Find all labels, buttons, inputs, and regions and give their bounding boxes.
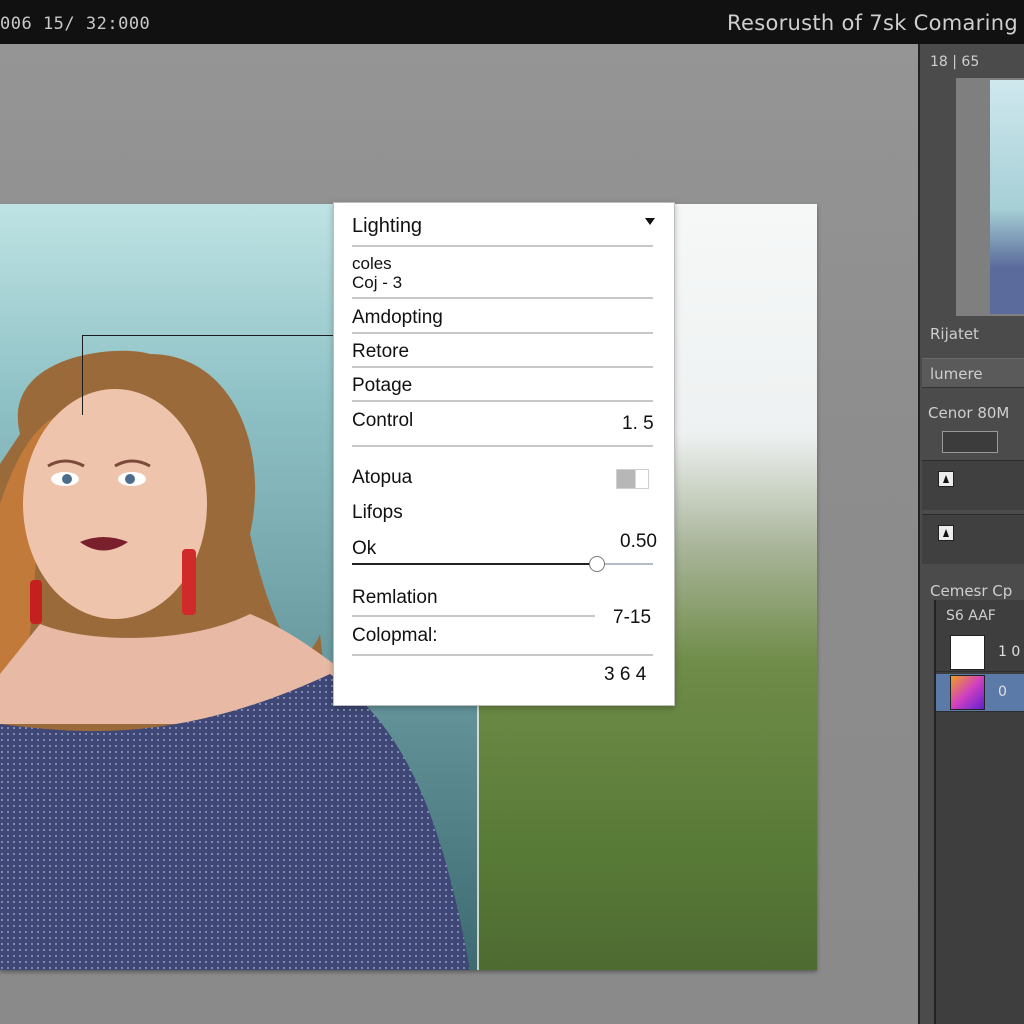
ok-slider-knob[interactable] <box>589 556 605 572</box>
control-label: Cenor 80M <box>928 404 1010 422</box>
section-header[interactable]: lumere <box>922 358 1024 388</box>
divider <box>352 615 595 617</box>
navigator-header: 18 | 65 <box>930 54 980 70</box>
guide-line-horizontal[interactable] <box>82 335 334 336</box>
control-row <box>922 514 1024 564</box>
adjustment-panel: Lighting coles Coj - 3 Amdopting Retore … <box>333 202 675 706</box>
thumbnail-image <box>990 80 1024 314</box>
guide-line-vertical[interactable] <box>82 335 83 415</box>
divider <box>352 445 653 447</box>
menu-item-amdopting[interactable]: Amdopting <box>352 307 443 329</box>
control-slider[interactable] <box>942 431 998 453</box>
remlation-value[interactable]: 7-15 <box>613 607 651 629</box>
layer-row-selected[interactable]: 0 <box>936 674 1024 712</box>
section-label: lumere <box>930 365 983 383</box>
layers-subheader: S6 AAF <box>946 608 996 624</box>
chevron-down-icon[interactable] <box>645 218 655 225</box>
menu-item-coles[interactable]: coles <box>352 254 392 274</box>
divider <box>352 332 653 334</box>
status-readout: 006 15/ 32:000 <box>0 14 151 34</box>
triangle-icon[interactable] <box>938 525 954 541</box>
divider <box>352 654 653 656</box>
menu-item-coj[interactable]: Coj - 3 <box>352 273 402 293</box>
lifops-label: Lifops <box>352 502 403 523</box>
divider <box>352 297 653 299</box>
top-bar: 006 15/ 32:000 Resorusth of 7sk Comaring <box>0 0 1024 44</box>
colopmal-value[interactable]: 3 6 4 <box>604 664 646 686</box>
layer-value: 0 <box>998 684 1007 700</box>
control-label: Control <box>352 410 414 431</box>
menu-item-retore[interactable]: Retore <box>352 341 409 363</box>
thumbnail-label: Rijatet <box>930 325 979 343</box>
layers-panel: S6 AAF 1 0 0 <box>934 600 1024 1024</box>
menu-item-potage[interactable]: Potage <box>352 375 412 397</box>
divider <box>352 400 653 402</box>
triangle-icon[interactable] <box>938 471 954 487</box>
divider <box>352 245 653 247</box>
ok-label: Ok <box>352 538 377 559</box>
divider <box>352 366 653 368</box>
lighting-dropdown[interactable]: Lighting <box>352 215 422 238</box>
window-title: Resorusth of 7sk Comaring <box>727 11 1018 35</box>
atopua-label: Atopua <box>352 467 413 488</box>
control-value[interactable]: 1. 5 <box>622 413 654 435</box>
layers-header: Cemesr Cp <box>930 582 1013 600</box>
layer-thumbnail <box>950 635 985 670</box>
layer-row[interactable]: 1 0 <box>936 634 1024 672</box>
remlation-label: Remlation <box>352 587 438 608</box>
navigator-thumbnail[interactable] <box>956 78 1024 316</box>
layer-thumbnail <box>950 675 985 710</box>
colopmal-label: Colopmal: <box>352 625 438 646</box>
right-sidebar: 18 | 65 Rijatet lumere Cenor 80M Cemesr … <box>918 44 1024 1024</box>
ok-value[interactable]: 0.50 <box>620 531 657 553</box>
atopua-toggle[interactable] <box>616 469 649 489</box>
layer-value: 1 0 <box>998 644 1021 660</box>
control-row <box>922 460 1024 510</box>
